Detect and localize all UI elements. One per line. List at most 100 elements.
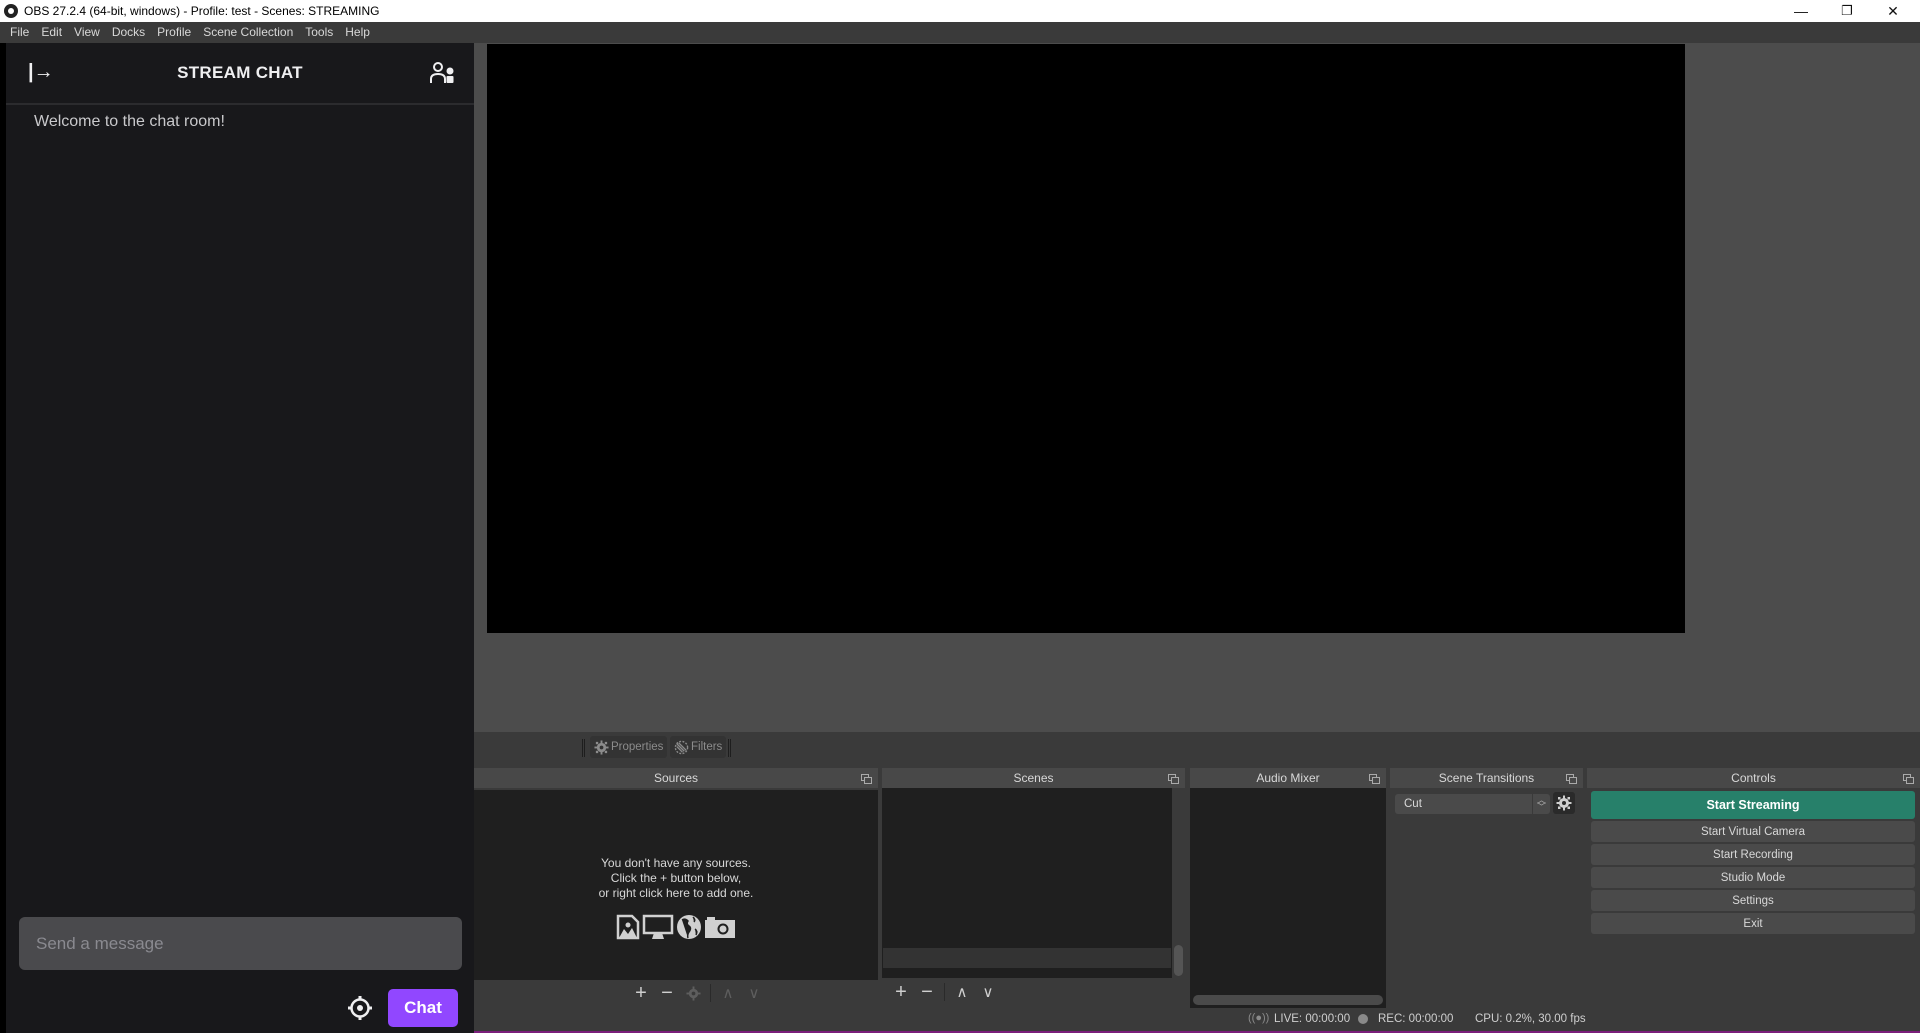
toolbar-separator: [710, 984, 711, 1002]
menu-bar: File Edit View Docks Profile Scene Colle…: [0, 22, 1920, 43]
empty-hint-line: You don't have any sources.: [601, 856, 751, 870]
image-source-icon: [616, 914, 640, 940]
sources-list[interactable]: You don't have any sources. Click the + …: [474, 790, 878, 980]
chat-header: |→ STREAM CHAT: [6, 43, 474, 105]
controls-dock-header: Controls: [1587, 768, 1920, 788]
remove-scene-button[interactable]: −: [914, 980, 940, 1004]
start-virtual-camera-button[interactable]: Start Virtual Camera: [1591, 821, 1915, 842]
scene-transitions-title: Scene Transitions: [1438, 771, 1535, 785]
empty-hint-line: or right click here to add one.: [598, 886, 754, 900]
audio-mixer-area: [1190, 788, 1386, 1008]
display-source-icon: [642, 914, 674, 939]
scene-transitions-dock-header: Scene Transitions: [1390, 768, 1583, 788]
rec-timer: REC: 00:00:00: [1378, 1013, 1454, 1025]
restore-button[interactable]: ❐: [1824, 0, 1870, 22]
undock-icon[interactable]: [1369, 774, 1380, 784]
chat-welcome-message: Welcome to the chat room!: [34, 113, 225, 130]
sources-empty-hint: You don't have any sources. Click the + …: [474, 856, 878, 901]
transition-settings-gear-icon[interactable]: [1553, 792, 1575, 814]
sources-dock: Sources You don't have any sources. Clic…: [474, 768, 878, 1008]
transition-selected-value: Cut: [1404, 798, 1422, 810]
filters-label: Filters: [691, 741, 723, 753]
scenes-title: Scenes: [1013, 771, 1054, 785]
broadcast-icon: ((●)): [1248, 1012, 1270, 1024]
transition-select[interactable]: Cut ︿ ﹀: [1395, 794, 1550, 814]
menu-scene-collection[interactable]: Scene Collection: [197, 22, 299, 43]
audio-mixer-title: Audio Mixer: [1256, 771, 1320, 785]
menu-file[interactable]: File: [4, 22, 35, 43]
move-source-up-button[interactable]: ∧: [715, 981, 741, 1005]
toolbar-separator: [728, 739, 731, 757]
audio-mixer-dock-header: Audio Mixer: [1190, 768, 1386, 788]
move-scene-down-button[interactable]: ∨: [975, 980, 1001, 1004]
record-indicator-icon: [1358, 1014, 1368, 1024]
scrollbar-thumb[interactable]: [1174, 945, 1183, 976]
community-icon[interactable]: [430, 61, 456, 85]
move-source-down-button[interactable]: ∨: [741, 981, 767, 1005]
browser-source-globe-icon: [677, 915, 701, 939]
sources-dock-header: Sources: [474, 768, 878, 788]
add-scene-button[interactable]: +: [888, 980, 914, 1004]
undock-icon[interactable]: [861, 774, 872, 784]
controls-dock: Controls Start Streaming Start Virtual C…: [1587, 768, 1920, 1008]
chat-settings-gear-icon[interactable]: [347, 995, 373, 1021]
camera-source-icon: [705, 917, 735, 938]
menu-docks[interactable]: Docks: [106, 22, 151, 43]
status-bar: ((●)) LIVE: 00:00:00 REC: 00:00:00 CPU: …: [474, 1010, 1920, 1030]
add-source-button[interactable]: +: [628, 981, 654, 1005]
undock-icon[interactable]: [1566, 774, 1577, 784]
chat-send-button[interactable]: Chat: [388, 989, 458, 1027]
source-type-icons: [474, 914, 878, 940]
minimize-button[interactable]: —: [1778, 0, 1824, 22]
exit-button[interactable]: Exit: [1591, 913, 1915, 934]
dock-edge: [0, 43, 6, 1033]
filter-icon: [674, 740, 689, 754]
menu-edit[interactable]: Edit: [35, 22, 68, 43]
preview-canvas[interactable]: [487, 44, 1685, 633]
spinner-arrows-icon[interactable]: ︿ ﹀: [1532, 794, 1550, 814]
scene-list-item[interactable]: [883, 948, 1171, 968]
menu-help[interactable]: Help: [339, 22, 376, 43]
chat-message-input[interactable]: [19, 917, 462, 970]
properties-label: Properties: [611, 741, 664, 753]
start-streaming-button[interactable]: Start Streaming: [1591, 791, 1915, 819]
title-bar: OBS 27.2.4 (64-bit, windows) - Profile: …: [0, 0, 1920, 22]
scenes-dock: Scenes + − ∧ ∨: [882, 768, 1185, 1008]
remove-source-button[interactable]: −: [654, 981, 680, 1005]
controls-title: Controls: [1731, 771, 1776, 785]
collapse-arrow-icon[interactable]: |→: [28, 61, 54, 84]
properties-button[interactable]: Properties: [590, 736, 668, 758]
sources-title: Sources: [653, 771, 699, 785]
sources-toolbar: + − ∧ ∨: [628, 980, 767, 1006]
audio-mixer-dock: Audio Mixer: [1190, 768, 1386, 1008]
undock-icon[interactable]: [1168, 774, 1179, 784]
menu-tools[interactable]: Tools: [299, 22, 339, 43]
horizontal-scrollbar[interactable]: [1193, 995, 1383, 1005]
empty-hint-line: Click the + button below,: [610, 871, 742, 885]
source-properties-gear-icon[interactable]: [680, 981, 706, 1005]
gear-icon: [594, 739, 609, 755]
settings-button[interactable]: Settings: [1591, 890, 1915, 911]
window-title: OBS 27.2.4 (64-bit, windows) - Profile: …: [24, 4, 380, 18]
chat-title: STREAM CHAT: [177, 63, 303, 82]
menu-profile[interactable]: Profile: [151, 22, 197, 43]
stream-chat-dock: |→ STREAM CHAT Welcome to the chat room!…: [0, 43, 474, 1033]
toolbar-separator: [944, 983, 945, 1001]
menu-view[interactable]: View: [68, 22, 106, 43]
scenes-list[interactable]: [882, 788, 1172, 978]
source-context-toolbar: Properties Filters: [474, 732, 1920, 762]
scenes-scrollbar[interactable]: [1172, 788, 1185, 978]
cpu-fps-readout: CPU: 0.2%, 30.00 fps: [1475, 1013, 1586, 1025]
move-scene-up-button[interactable]: ∧: [949, 980, 975, 1004]
undock-icon[interactable]: [1903, 774, 1914, 784]
studio-mode-button[interactable]: Studio Mode: [1591, 867, 1915, 888]
close-button[interactable]: ✕: [1870, 0, 1916, 22]
start-recording-button[interactable]: Start Recording: [1591, 844, 1915, 865]
toolbar-separator: [582, 739, 585, 757]
scene-transitions-dock: Scene Transitions Cut ︿ ﹀: [1390, 768, 1583, 1008]
live-timer: LIVE: 00:00:00: [1274, 1013, 1351, 1025]
scenes-dock-header: Scenes: [882, 768, 1185, 788]
filters-button[interactable]: Filters: [670, 736, 727, 758]
scenes-toolbar: + − ∧ ∨: [888, 979, 1001, 1005]
obs-logo-icon: [4, 4, 18, 18]
